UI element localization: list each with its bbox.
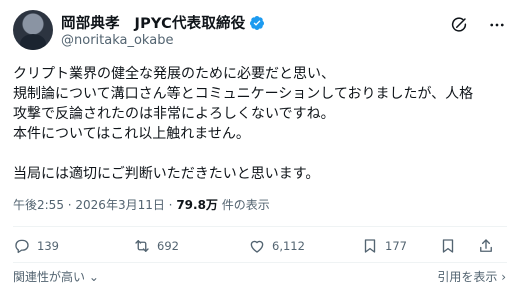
- repost-icon: [135, 240, 149, 252]
- view-quotes-link[interactable]: 引用を表示 ›: [437, 268, 506, 285]
- author-name-row: 岡部典孝 JPYC代表取締役: [61, 12, 265, 33]
- action-bar: 139 692 6,112 177: [13, 236, 507, 256]
- top-actions: [448, 14, 508, 36]
- divider: [13, 262, 507, 263]
- more-icon: [490, 23, 504, 27]
- chevron-down-icon: ⌄: [88, 270, 99, 284]
- quotes-label: 引用を表示: [437, 270, 498, 284]
- author-handle[interactable]: @noritaka_okabe: [61, 33, 173, 48]
- post-line: [13, 144, 513, 164]
- author-display-name[interactable]: 岡部典孝 JPYC代表取締役: [61, 12, 245, 33]
- bookmark-icon: [442, 239, 454, 253]
- bookmark-count: 177: [385, 239, 407, 253]
- save-bookmark-button[interactable]: [439, 237, 457, 255]
- like-icon: [250, 240, 264, 253]
- like-count: 6,112: [272, 239, 305, 253]
- post-card: 岡部典孝 JPYC代表取締役 @noritaka_okabe クリプト業界の健全…: [0, 0, 520, 294]
- post-line: 攻撃で反論されたのは非常によろしくないですね。: [13, 106, 335, 122]
- meta-separator: ·: [164, 198, 177, 212]
- post-line: クリプト業界の健全な発展のために必要だと思い、: [13, 66, 335, 82]
- reply-button[interactable]: 139: [13, 237, 59, 255]
- grok-button[interactable]: [448, 14, 470, 36]
- post-meta: 午後2:55 · 2026年3月11日 · 79.8万 件の表示: [13, 196, 270, 213]
- reply-icon: [15, 239, 29, 254]
- bookmark-count-button[interactable]: 177: [361, 237, 407, 255]
- post-line: 規制論について溝口さん等とコミュニケーションしておりましたが、人格: [13, 86, 474, 102]
- bookmark-icon: [364, 239, 376, 253]
- share-button[interactable]: [477, 237, 495, 255]
- repost-button[interactable]: 692: [133, 237, 179, 255]
- meta-separator: ·: [63, 198, 76, 212]
- grok-icon: [451, 17, 467, 32]
- more-button[interactable]: [486, 14, 508, 36]
- share-icon: [480, 239, 492, 252]
- post-text: クリプト業界の健全な発展のために必要だと思い、 規制論について溝口さん等とコミュ…: [13, 64, 513, 184]
- reply-count: 139: [37, 239, 59, 253]
- sort-label: 関連性が高い: [13, 270, 86, 284]
- views-count: 79.8万: [176, 198, 218, 212]
- verified-badge-icon: [250, 15, 265, 30]
- chevron-right-icon: ›: [501, 270, 506, 284]
- divider: [13, 226, 507, 227]
- views-label: 件の表示: [217, 198, 270, 212]
- post-line: 本件についてはこれ以上触れません。: [13, 126, 250, 142]
- repost-count: 692: [157, 239, 179, 253]
- post-line: 当局には適切にご判断いただきたいと思います。: [13, 166, 320, 182]
- post-date[interactable]: 2026年3月11日: [75, 198, 164, 212]
- post-time[interactable]: 午後2:55: [13, 198, 64, 212]
- sort-replies-dropdown[interactable]: 関連性が高い ⌄: [13, 268, 99, 285]
- like-button[interactable]: 6,112: [248, 237, 305, 255]
- avatar[interactable]: [13, 10, 53, 50]
